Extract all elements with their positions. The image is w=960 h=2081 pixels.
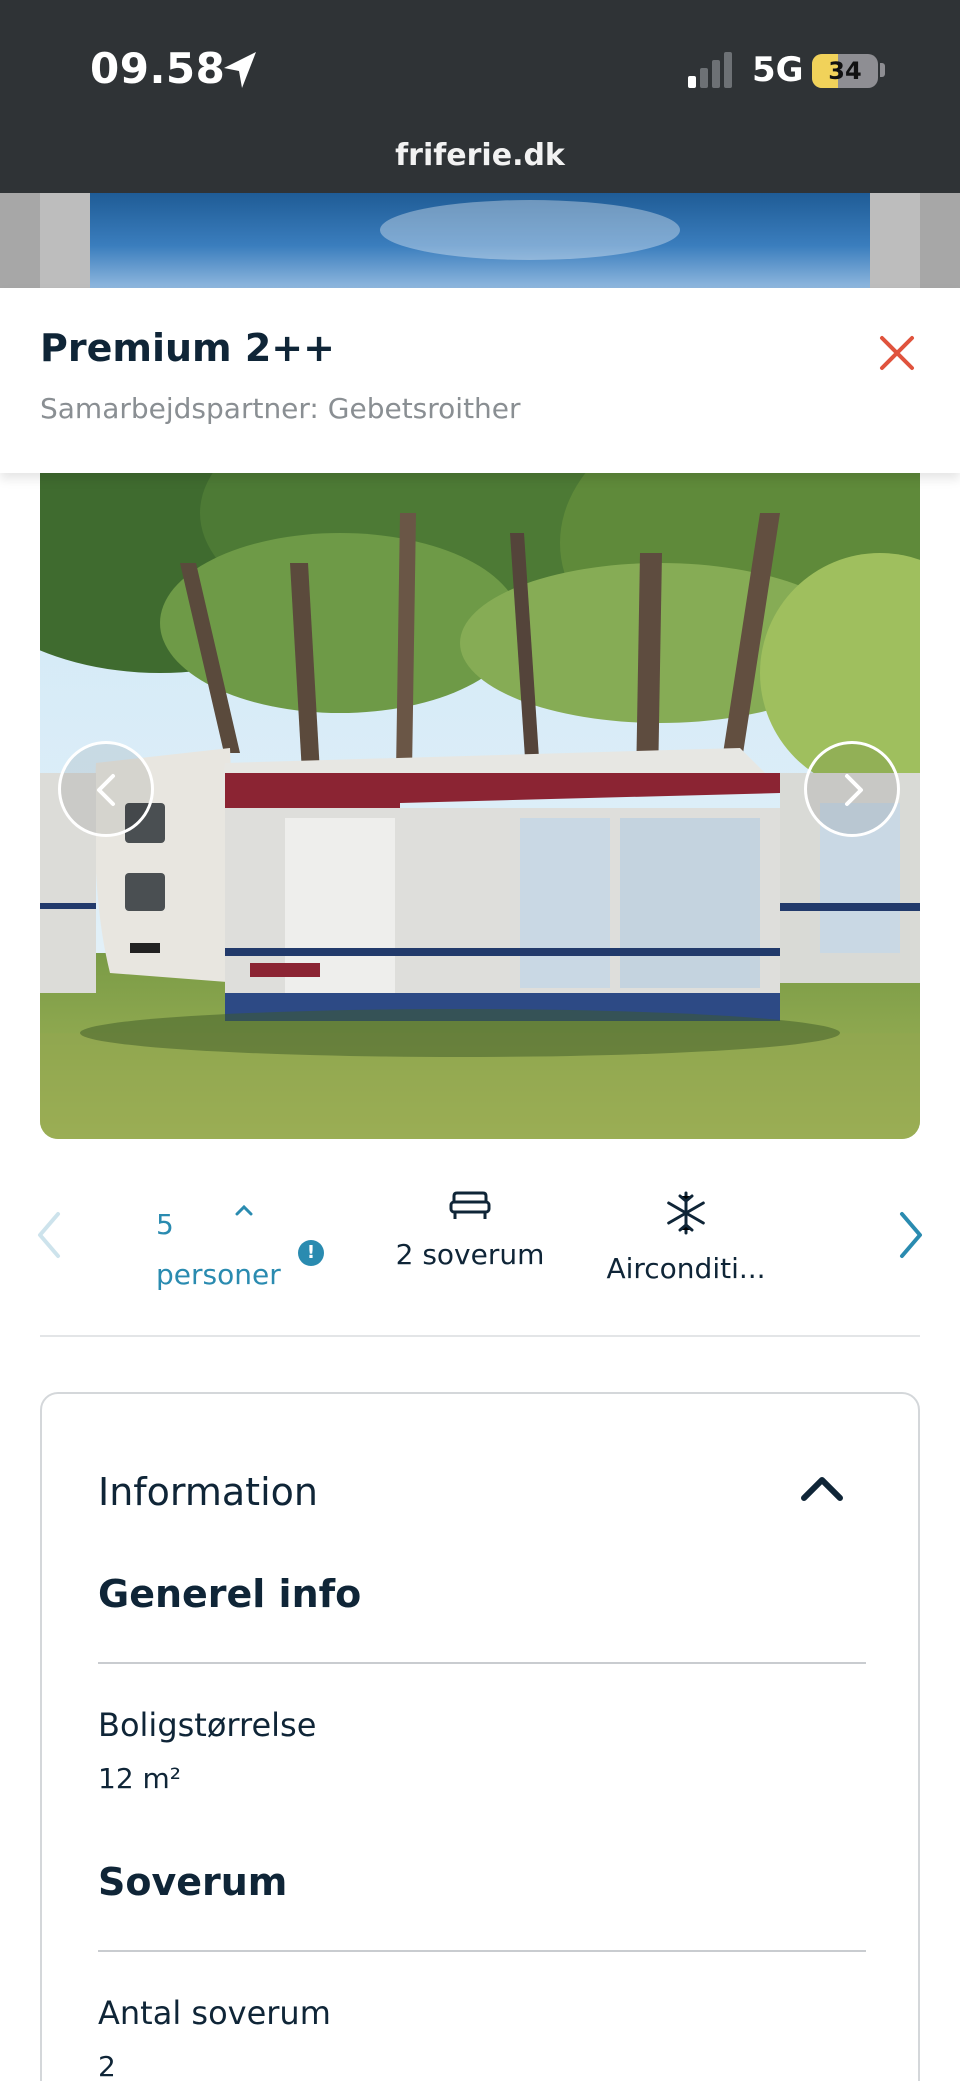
battery-nub — [880, 63, 885, 77]
network-type: 5G — [752, 50, 804, 90]
divider — [40, 1335, 920, 1337]
bedrooms-label: 2 soverum — [395, 1238, 545, 1271]
chevron-left-icon — [97, 774, 115, 806]
bed-icon — [449, 1191, 491, 1219]
info-icon[interactable]: ! — [298, 1240, 324, 1266]
status-time: 09.58 — [90, 44, 226, 93]
cellular-signal-icon — [688, 52, 732, 88]
field-label-size: Boligstørrelse — [98, 1706, 317, 1744]
background-cloud — [380, 200, 680, 260]
modal-header: Premium 2++ Samarbejdspartner: Gebetsroi… — [0, 288, 960, 473]
aircondition-label: Airconditi... — [606, 1252, 766, 1285]
caret-up-icon — [235, 1204, 253, 1216]
location-arrow-icon — [224, 52, 256, 88]
section-divider — [98, 1662, 866, 1664]
battery-icon: 34 — [812, 54, 878, 88]
gallery-next-button[interactable] — [804, 741, 900, 837]
amenity-persons[interactable]: 5 personer ! — [156, 1200, 326, 1300]
gallery-photo — [40, 473, 920, 1139]
close-icon[interactable] — [874, 330, 920, 376]
url-bar[interactable]: friferie.dk — [0, 138, 960, 173]
section-divider — [98, 1950, 866, 1952]
section-heading-general: Generel info — [98, 1572, 362, 1616]
modal-subtitle: Samarbejdspartner: Gebetsroither — [40, 392, 521, 425]
status-bar: 09.58 5G 34 friferie.dk — [0, 0, 960, 193]
gallery-prev-button[interactable] — [58, 741, 154, 837]
amenities-carousel: 5 personer ! 2 soverum Airconditi... — [0, 1160, 960, 1335]
chevron-up-icon[interactable] — [800, 1474, 844, 1504]
field-value-bedroom-count: 2 — [98, 2050, 116, 2081]
amenity-aircondition[interactable]: Airconditi... — [596, 1160, 776, 1285]
amenities-prev-icon[interactable] — [34, 1210, 64, 1260]
field-value-size: 12 m² — [98, 1762, 182, 1795]
amenity-bedrooms[interactable]: 2 soverum — [380, 1160, 560, 1271]
field-label-bedroom-count: Antal soverum — [98, 1994, 331, 2032]
battery-level: 34 — [828, 57, 862, 85]
photo-gallery[interactable] — [40, 473, 920, 1139]
chevron-right-icon — [845, 774, 863, 806]
snowflake-icon — [667, 1191, 705, 1235]
section-heading-bedrooms: Soverum — [98, 1860, 288, 1904]
modal-title: Premium 2++ — [40, 326, 335, 370]
information-title[interactable]: Information — [98, 1470, 318, 1514]
information-card: Information Generel info Boligstørrelse … — [40, 1392, 920, 2081]
amenities-next-icon[interactable] — [896, 1210, 926, 1260]
